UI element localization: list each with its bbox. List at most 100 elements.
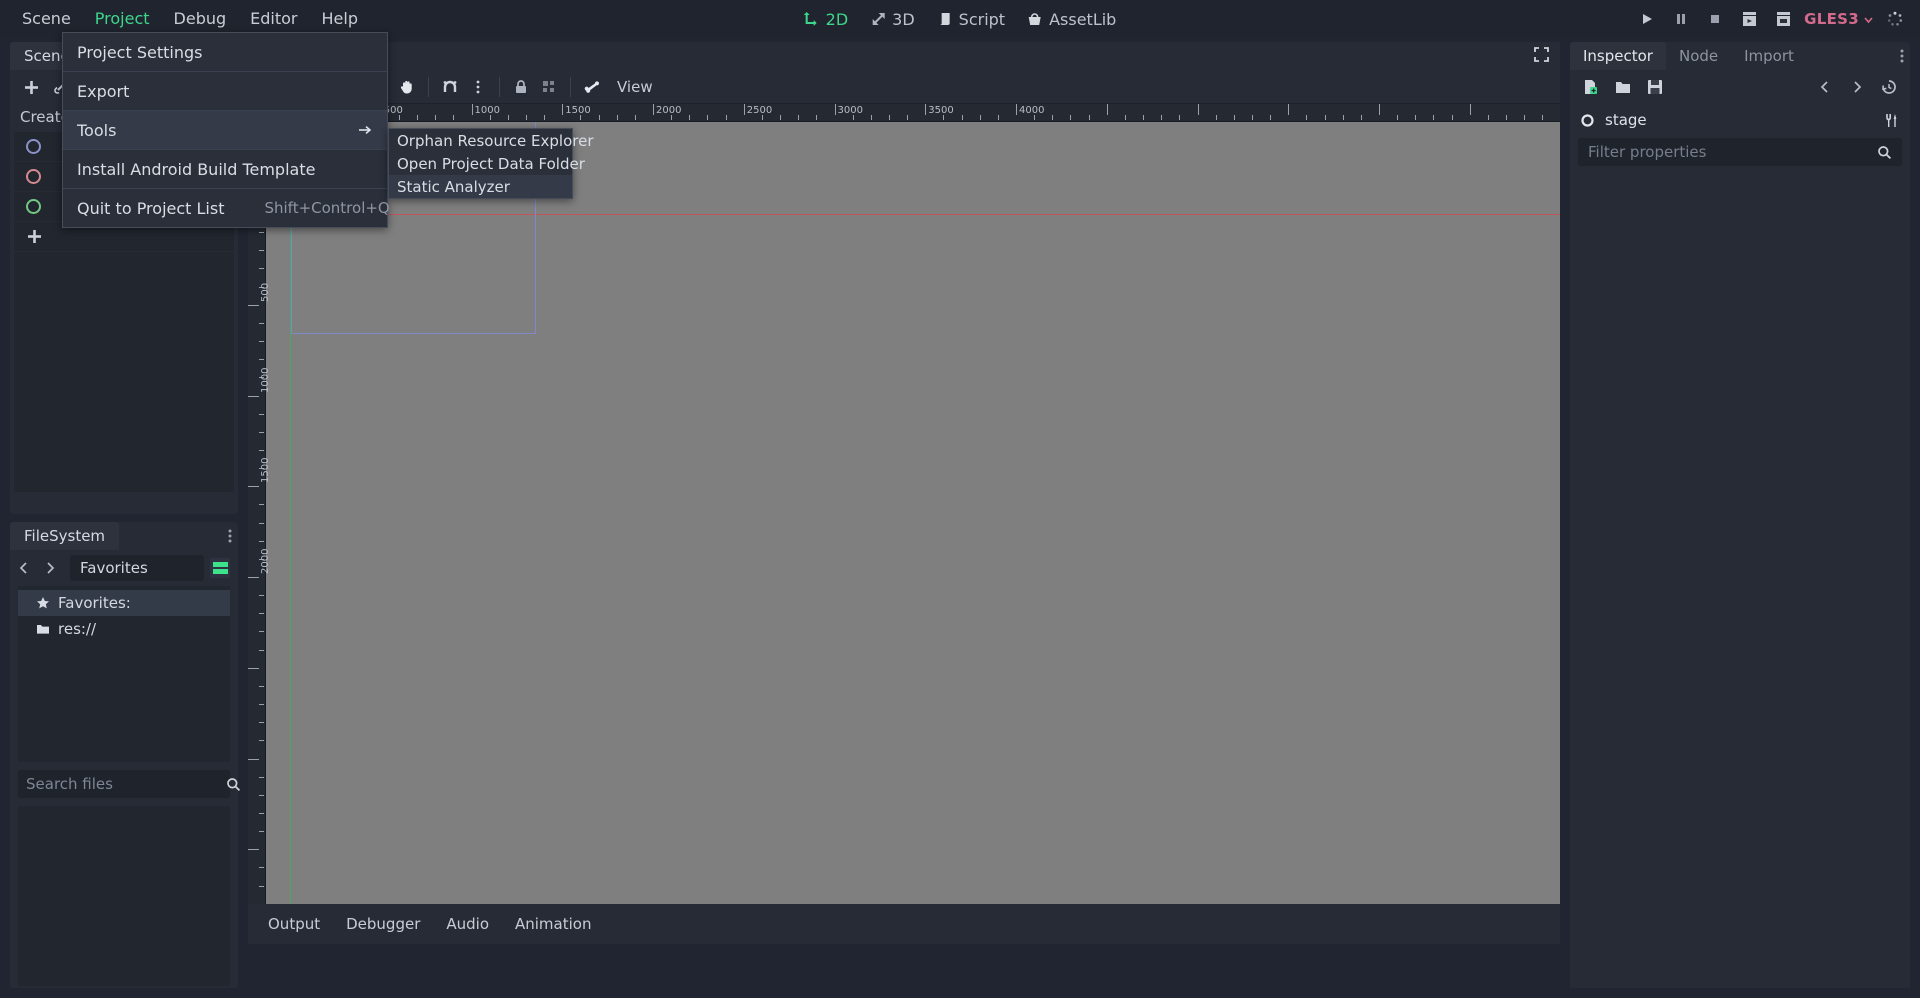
menu-item-tools[interactable]: Tools [63, 111, 387, 149]
ruler-minor-tick [525, 115, 527, 120]
project-menu-popup[interactable]: Project Settings Export Tools Install An… [62, 32, 390, 228]
ruler-minor-tick [259, 413, 264, 415]
search-icon[interactable] [1877, 145, 1892, 160]
history-previous-button[interactable] [1812, 74, 1838, 100]
ruler-minor-tick [1070, 115, 1072, 120]
tab-import[interactable]: Import [1731, 42, 1807, 70]
canvas-surface[interactable] [266, 122, 1560, 904]
snap-options-button[interactable] [465, 74, 491, 100]
plus-icon [23, 79, 40, 96]
play-scene-button[interactable] [1732, 4, 1766, 34]
2d-canvas[interactable]: 500 1000 1500 2000 2500 3000 3500 4000 500 1000 1… [248, 104, 1560, 904]
play-custom-scene-button[interactable] [1766, 4, 1800, 34]
kebab-menu-icon [1900, 48, 1904, 64]
renderer-selector[interactable]: GLES3 [1800, 10, 1878, 28]
menu-help[interactable]: Help [310, 5, 370, 33]
folder-icon [1614, 78, 1632, 96]
lock-button[interactable] [508, 74, 534, 100]
tab-2d[interactable]: 2D [794, 5, 859, 34]
filter-properties-input[interactable] [1588, 143, 1877, 161]
filesystem-path-field[interactable]: Favorites [70, 555, 204, 581]
menu-item-quit-to-project-list[interactable]: Quit to Project List Shift+Control+Q [63, 189, 390, 227]
filesystem-row-res[interactable]: res:// [18, 616, 230, 642]
distraction-free-button[interactable] [1533, 46, 1550, 63]
stop-icon [1708, 12, 1722, 26]
search-icon[interactable] [226, 777, 241, 792]
tab-output[interactable]: Output [256, 909, 332, 939]
filesystem-row-label: res:// [58, 620, 97, 638]
tools-wrench-icon[interactable] [1883, 112, 1900, 129]
save-resource-button[interactable] [1642, 74, 1668, 100]
filesystem-file-list[interactable] [18, 806, 230, 986]
lock-icon [512, 78, 530, 96]
chevron-right-icon [357, 123, 373, 137]
tab-script[interactable]: Script [927, 5, 1015, 34]
inspector-current-object[interactable]: stage [1570, 104, 1910, 136]
menu-debug[interactable]: Debug [162, 5, 239, 33]
ruler-minor-tick [1215, 115, 1217, 120]
filesystem-dock-menu-button[interactable] [228, 528, 232, 544]
history-next-button[interactable] [1844, 74, 1870, 100]
tab-inspector[interactable]: Inspector [1570, 42, 1666, 70]
inspector-properties-area[interactable] [1570, 178, 1910, 988]
filesystem-forward-button[interactable] [44, 561, 64, 575]
pan-mode-button[interactable] [394, 74, 420, 100]
skeleton-button[interactable] [579, 74, 605, 100]
horizontal-ruler: 500 1000 1500 2000 2500 3000 3500 4000 [248, 104, 1560, 122]
pause-button[interactable] [1664, 4, 1698, 34]
menu-item-project-settings[interactable]: Project Settings [63, 33, 387, 71]
godot-editor-window: Scene Project Debug Editor Help 2D 3D Sc… [0, 0, 1920, 998]
tab-animation[interactable]: Animation [503, 909, 603, 939]
ruler-minor-tick [259, 812, 264, 814]
history-button[interactable] [1876, 74, 1902, 100]
add-node-button[interactable] [18, 74, 44, 100]
search-input[interactable] [26, 775, 220, 793]
filesystem-back-button[interactable] [18, 561, 38, 575]
ruler-major-tick [1288, 104, 1290, 115]
favorites-swatch-icon[interactable] [210, 558, 230, 578]
snap-mode-button[interactable] [437, 74, 463, 100]
load-resource-button[interactable] [1610, 74, 1636, 100]
ruler-minor-tick [453, 115, 455, 120]
menu-project[interactable]: Project [83, 5, 162, 33]
view-menu-button[interactable]: View [607, 78, 663, 96]
ruler-minor-tick [259, 322, 264, 324]
ruler-minor-tick [907, 115, 909, 120]
menu-scene[interactable]: Scene [10, 5, 83, 33]
menu-editor[interactable]: Editor [238, 5, 309, 33]
tools-submenu-popup[interactable]: Orphan Resource Explorer Open Project Da… [388, 128, 593, 199]
tab-script-label: Script [958, 9, 1006, 29]
kebab-menu-icon [228, 528, 232, 544]
inspector-filter[interactable] [1578, 138, 1902, 166]
filesystem-search[interactable] [18, 770, 268, 798]
ruler-label: 2000 [656, 105, 682, 116]
stop-button[interactable] [1698, 4, 1732, 34]
group-button[interactable] [536, 74, 562, 100]
tab-filesystem-dock[interactable]: FileSystem [10, 522, 120, 550]
menu-item-open-project-data-folder[interactable]: Open Project Data Folder [389, 152, 585, 175]
menu-item-export[interactable]: Export [63, 72, 387, 110]
ruler-minor-tick [1487, 115, 1489, 120]
tab-node[interactable]: Node [1666, 42, 1731, 70]
tab-audio[interactable]: Audio [434, 909, 501, 939]
tab-assetlib[interactable]: AssetLib [1017, 5, 1126, 34]
filesystem-dock-tabbar: FileSystem [10, 522, 238, 550]
filesystem-row-favorites[interactable]: Favorites: [18, 590, 230, 616]
tab-debugger[interactable]: Debugger [334, 909, 432, 939]
ruler-minor-tick [259, 885, 264, 887]
ruler-minor-tick [1143, 115, 1145, 120]
menu-item-static-analyzer[interactable]: Static Analyzer [389, 175, 572, 198]
menu-item-orphan-resource-explorer[interactable]: Orphan Resource Explorer [389, 129, 593, 152]
tab-3d[interactable]: 3D [860, 5, 925, 34]
inspector-dock-menu-button[interactable] [1900, 48, 1904, 64]
filesystem-tree[interactable]: Favorites: res:// [18, 586, 230, 762]
play-button[interactable] [1630, 4, 1664, 34]
ruler-label: 1000 [474, 105, 500, 116]
ruler-major-tick [471, 104, 473, 115]
ruler-major-tick [248, 758, 259, 760]
ruler-minor-tick [259, 704, 264, 706]
ruler-minor-tick [1270, 115, 1272, 120]
new-resource-button[interactable] [1578, 74, 1604, 100]
ruler-label: 1500 [260, 457, 271, 484]
menu-item-install-android-build-template[interactable]: Install Android Build Template [63, 150, 387, 188]
